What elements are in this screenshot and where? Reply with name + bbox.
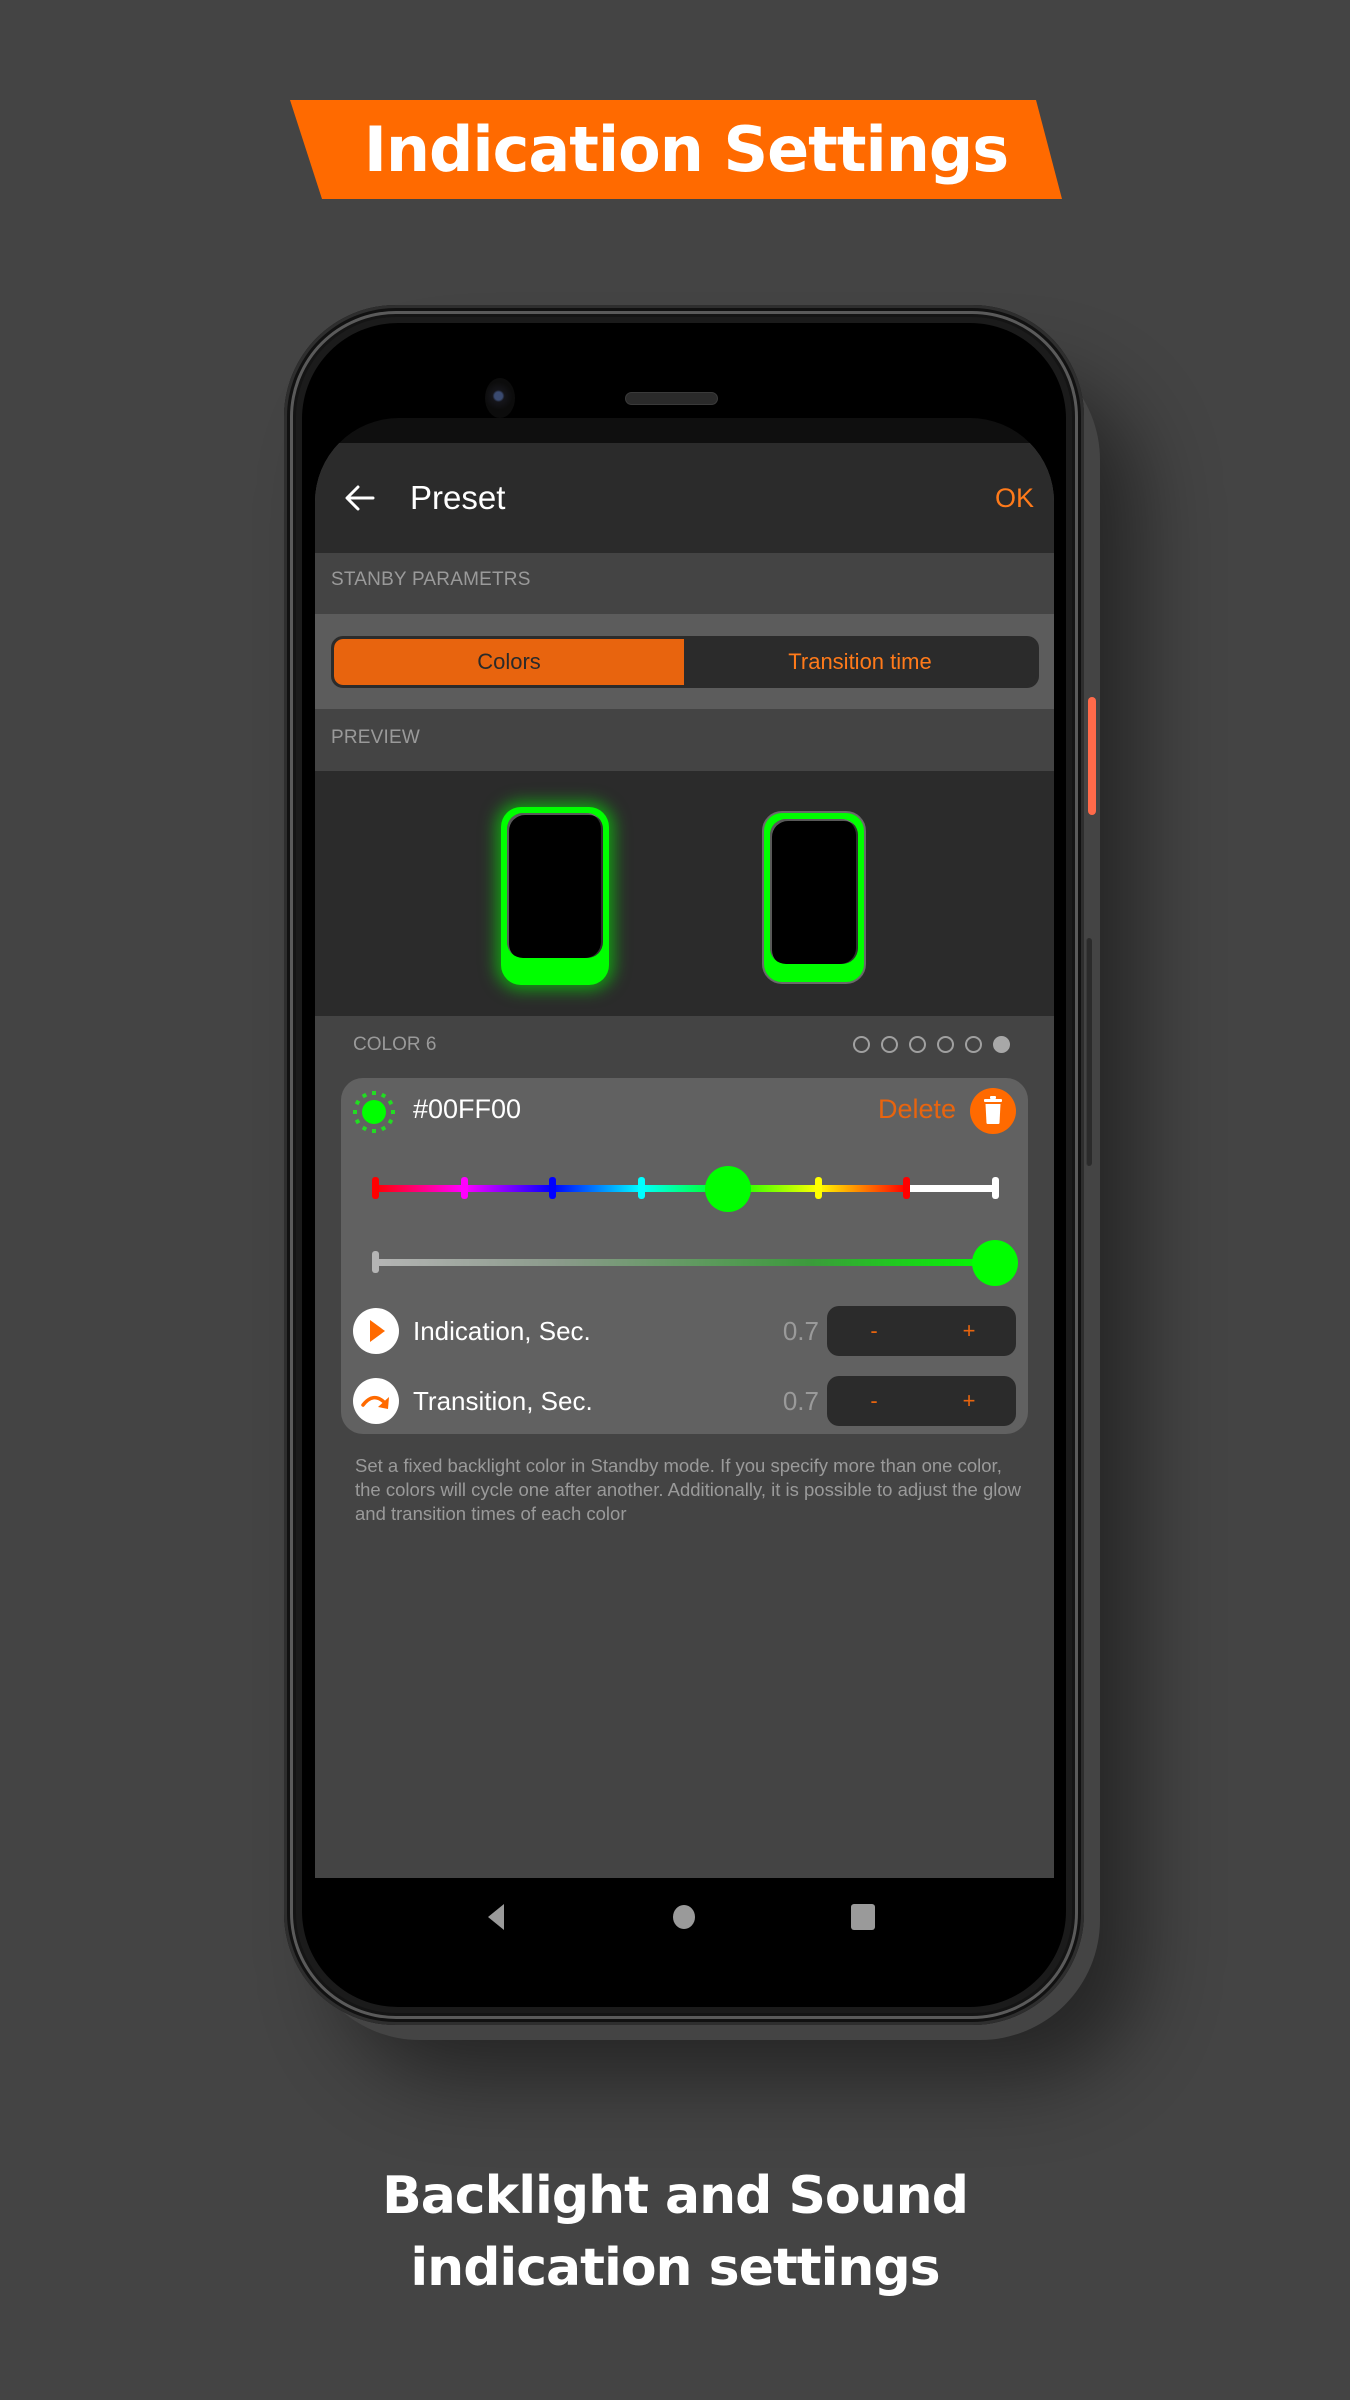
transition-increment-button[interactable]: +: [922, 1376, 1016, 1426]
redo-arrow-icon: [353, 1378, 399, 1424]
sun-ray: [353, 1110, 357, 1114]
sun-ray: [361, 1092, 368, 1099]
page-dot[interactable]: [853, 1036, 870, 1053]
indication-time-row: Indication, Sec. 0.7 - +: [353, 1304, 1016, 1358]
device-screen: [507, 813, 603, 958]
hue-stop-tick: [372, 1177, 379, 1199]
promo-banner: Indication Settings: [290, 100, 1062, 199]
volume-button: [1086, 938, 1092, 1166]
front-camera: [485, 378, 515, 418]
sun-ray: [372, 1091, 376, 1095]
power-button: [1088, 697, 1096, 815]
transition-time-row: Transition, Sec. 0.7 - +: [353, 1374, 1016, 1428]
tab-bar-container: Colors Transition time: [315, 614, 1054, 709]
earpiece-speaker: [625, 392, 718, 405]
brightness-slider-thumb[interactable]: [972, 1240, 1018, 1286]
system-nav-bar: [315, 1878, 1054, 1958]
delete-color-button[interactable]: Delete: [878, 1094, 956, 1125]
brightness-track-start: [372, 1251, 379, 1273]
indication-increment-button[interactable]: +: [922, 1306, 1016, 1356]
trash-icon: [984, 1096, 1002, 1124]
hex-color-value[interactable]: #00FF00: [413, 1094, 521, 1125]
transition-time-stepper: - +: [827, 1376, 1016, 1426]
back-arrow-icon[interactable]: [343, 481, 377, 515]
transition-decrement-button[interactable]: -: [827, 1376, 921, 1426]
page-dot-active[interactable]: [993, 1036, 1010, 1053]
color-card: #00FF00 Delete Indication, Sec. 0.7 - + …: [341, 1078, 1028, 1434]
hue-stop-tick: [549, 1177, 557, 1199]
tab-transition-time[interactable]: Transition time: [684, 639, 1036, 685]
sun-ray: [372, 1129, 376, 1133]
page-title: Preset: [410, 479, 506, 516]
delete-color-icon-button[interactable]: [970, 1088, 1016, 1134]
page-dot[interactable]: [909, 1036, 926, 1053]
preview-panel: [315, 771, 1054, 1016]
color-swatch-sun-icon[interactable]: [351, 1089, 397, 1135]
sun-ray: [380, 1125, 387, 1132]
tab-colors[interactable]: Colors: [334, 639, 684, 685]
footer-line-2: indication settings: [410, 2238, 940, 2298]
hue-stop-tick: [814, 1177, 822, 1199]
sun-ray: [354, 1099, 361, 1106]
preview-device-glowing: [501, 807, 609, 985]
hue-stop-tick: [637, 1177, 645, 1199]
banner-title: Indication Settings: [363, 113, 1009, 186]
nav-back-button[interactable]: [488, 1904, 504, 1930]
ok-button[interactable]: OK: [995, 443, 1034, 553]
nav-home-button[interactable]: [673, 1905, 695, 1929]
sun-ray: [361, 1125, 368, 1132]
sun-ray: [391, 1110, 395, 1114]
page-dot[interactable]: [881, 1036, 898, 1053]
segmented-control: Colors Transition time: [331, 636, 1039, 688]
footer-line-1: Backlight and Sound: [382, 2166, 969, 2226]
brightness-track: [375, 1259, 995, 1266]
hue-stop-tick: [460, 1177, 468, 1199]
color-index-label: COLOR 6: [353, 1034, 437, 1055]
sun-ray: [380, 1092, 387, 1099]
app-content: Preset OK STANBY PARAMETRS Colors Transi…: [315, 443, 1054, 1878]
hue-slider-thumb[interactable]: [705, 1166, 752, 1212]
sun-ray: [354, 1118, 361, 1125]
transition-time-value: 0.7: [782, 1386, 819, 1416]
page-dot[interactable]: [937, 1036, 954, 1053]
indication-time-label: Indication, Sec.: [413, 1316, 591, 1346]
indication-decrement-button[interactable]: -: [827, 1306, 921, 1356]
hue-stop-tick: [992, 1177, 999, 1199]
hue-stop-tick: [903, 1177, 911, 1199]
indication-time-value: 0.7: [782, 1316, 819, 1346]
section-label-standby: STANBY PARAMETRS: [331, 569, 531, 590]
hue-slider[interactable]: [372, 1166, 999, 1212]
transition-time-label: Transition, Sec.: [413, 1386, 593, 1416]
footer-caption: Backlight and Sound indication settings: [0, 2160, 1350, 2304]
app-bar: Preset OK: [315, 443, 1054, 553]
play-icon: [353, 1308, 399, 1354]
page-dot[interactable]: [965, 1036, 982, 1053]
indication-time-stepper: - +: [827, 1306, 1016, 1356]
sun-ray: [387, 1118, 394, 1125]
preview-device-standard: [762, 811, 866, 984]
phone-screen: Preset OK STANBY PARAMETRS Colors Transi…: [315, 418, 1054, 1878]
sun-ray: [387, 1099, 394, 1106]
nav-recents-button[interactable]: [851, 1904, 875, 1930]
hue-track: [375, 1185, 995, 1192]
section-label-preview: PREVIEW: [331, 727, 421, 748]
device-screen: [770, 819, 858, 964]
brightness-slider[interactable]: [372, 1240, 1018, 1286]
help-text: Set a fixed backlight color in Standby m…: [355, 1455, 1022, 1524]
color-page-indicator: [853, 1036, 1010, 1053]
